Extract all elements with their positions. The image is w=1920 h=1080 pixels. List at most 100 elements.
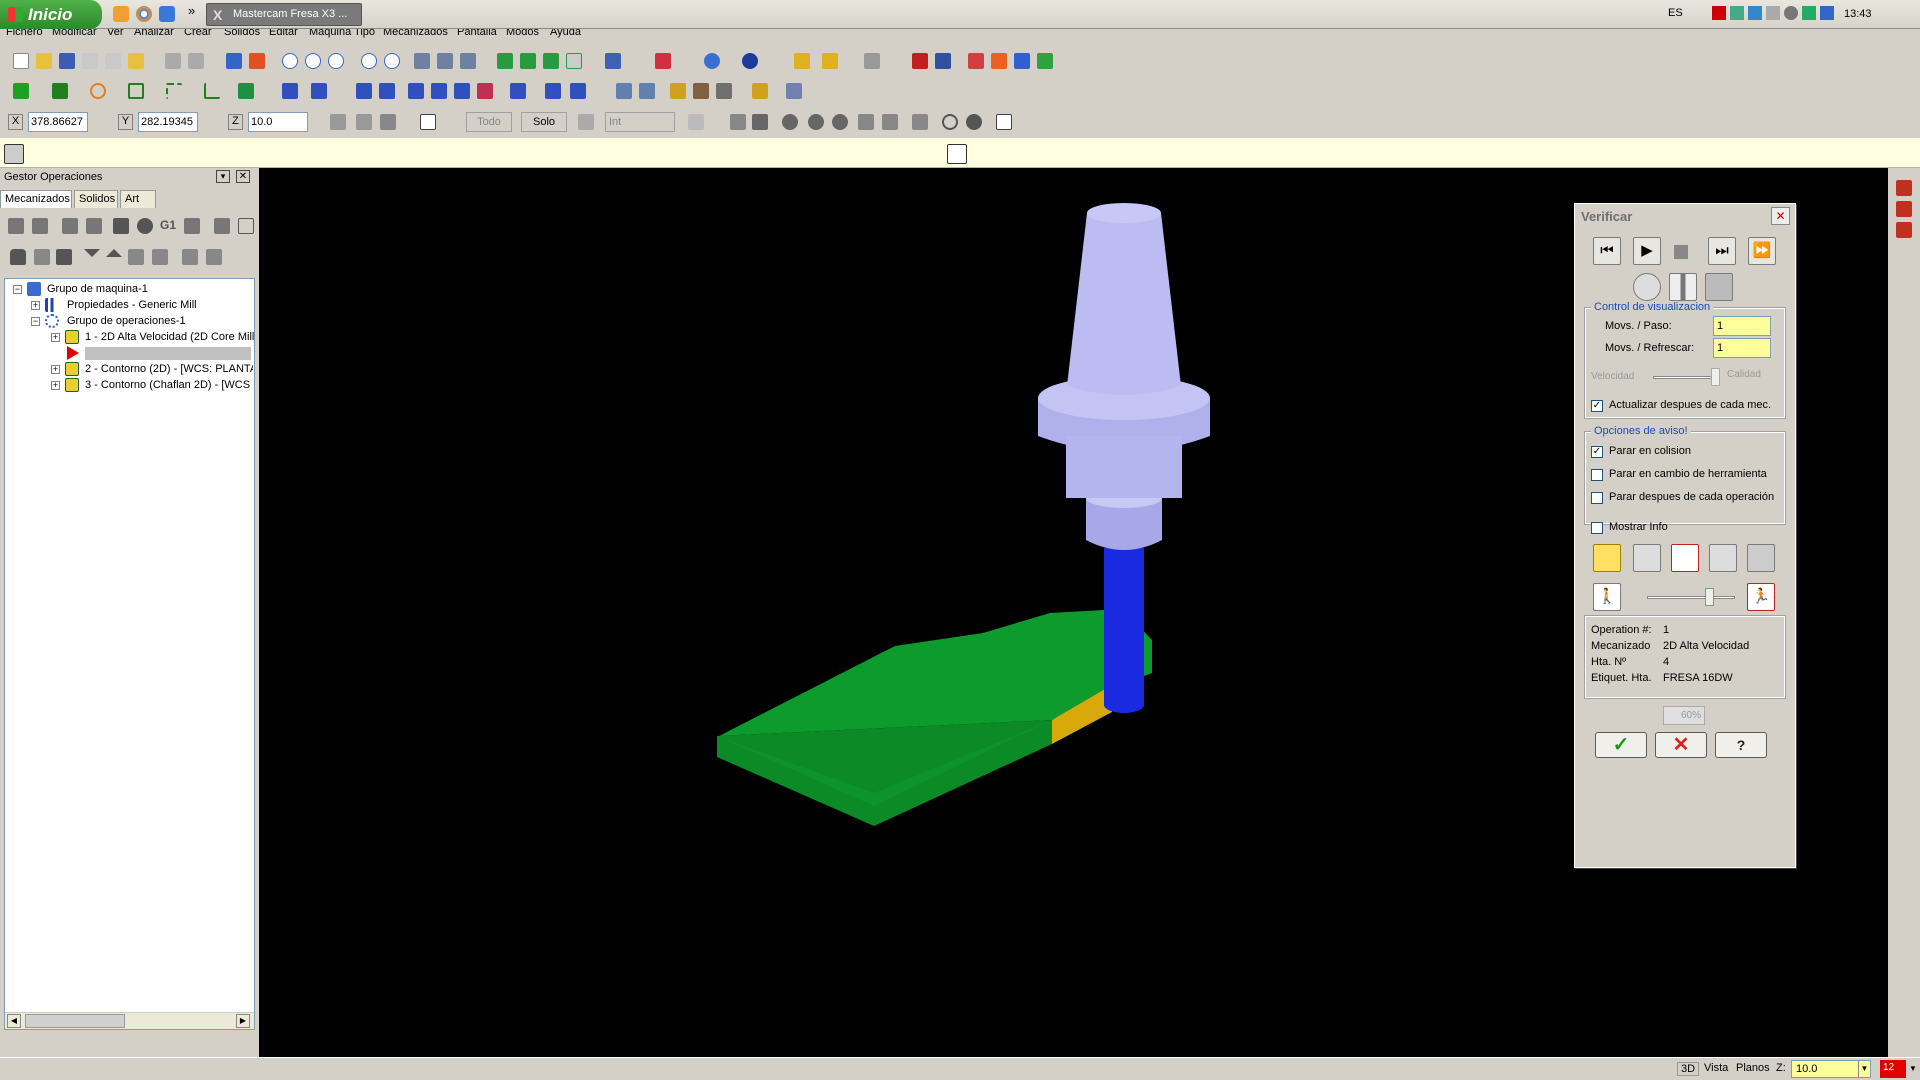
speed-quality-slider[interactable]: [1653, 376, 1717, 379]
lock-entity-icon[interactable]: [4, 144, 24, 164]
settings-icon[interactable]: [578, 114, 594, 130]
insert-arrow-icon[interactable]: [67, 346, 79, 360]
tool-icon[interactable]: [460, 53, 476, 69]
ie-icon[interactable]: [159, 6, 175, 22]
true-solid-icon[interactable]: [1705, 273, 1733, 301]
mode-3d-button[interactable]: 3D: [1677, 1062, 1700, 1076]
endmill-icon[interactable]: [670, 83, 686, 99]
line-icon[interactable]: [52, 83, 68, 99]
sigma-icon[interactable]: [1014, 53, 1030, 69]
help-icon[interactable]: [420, 114, 436, 130]
rewind-button[interactable]: ⏮: [1593, 237, 1621, 265]
arc-icon[interactable]: [90, 83, 106, 99]
insert-arrow-icon[interactable]: [128, 249, 144, 265]
movs-paso-input[interactable]: [1713, 316, 1771, 336]
xform-icon[interactable]: [379, 83, 395, 99]
menu-ayuda[interactable]: Ayuda: [550, 29, 581, 38]
tree-operation[interactable]: 2 - Contorno (2D) - [WCS: PLANTA: [85, 363, 253, 375]
tool-icon[interactable]: [864, 53, 880, 69]
close-icon[interactable]: ✕: [1771, 207, 1790, 225]
undo-icon[interactable]: [165, 53, 181, 69]
clear-icon[interactable]: [942, 114, 958, 130]
menu-ver[interactable]: Ver: [107, 29, 124, 38]
magic-icon[interactable]: [822, 53, 838, 69]
verify-icon[interactable]: [137, 218, 153, 234]
folder-icon[interactable]: [113, 6, 129, 22]
select-icon[interactable]: [752, 114, 768, 130]
tool-icon[interactable]: [414, 53, 430, 69]
toggle-post-icon[interactable]: [56, 249, 72, 265]
highlight-icon[interactable]: [128, 53, 144, 69]
view-front-icon[interactable]: [520, 53, 536, 69]
menu-maquina-tipo[interactable]: Maquina Tipo: [309, 29, 375, 38]
menu-modos[interactable]: Modos: [506, 29, 539, 38]
offset-icon[interactable]: [477, 83, 493, 99]
solid-icon[interactable]: [238, 83, 254, 99]
vista-button[interactable]: Vista: [1704, 1062, 1728, 1074]
chevron-down-icon[interactable]: ▼: [1858, 1061, 1870, 1077]
scale-icon[interactable]: [454, 83, 470, 99]
solo-button[interactable]: Solo: [521, 112, 567, 132]
tray-icon[interactable]: [1748, 6, 1762, 20]
chrome-icon[interactable]: [136, 6, 152, 22]
select-icon[interactable]: [730, 114, 746, 130]
chevron-down-icon[interactable]: ▼: [1909, 1061, 1919, 1077]
break-icon[interactable]: [311, 83, 327, 99]
stock-icon[interactable]: [716, 83, 732, 99]
wave-icon[interactable]: [182, 249, 198, 265]
regenerate-dirty-icon[interactable]: [86, 218, 102, 234]
scroll-right-icon[interactable]: ▶: [236, 1014, 250, 1028]
backplot-icon[interactable]: [113, 218, 129, 234]
lock-icon[interactable]: [10, 249, 26, 265]
view-top-icon[interactable]: [497, 53, 513, 69]
movs-refrescar-input[interactable]: [1713, 338, 1771, 358]
mastercam-task-button[interactable]: X Mastercam Fresa X3 ...: [206, 3, 362, 26]
select-icon[interactable]: [912, 114, 928, 130]
expand-toggle[interactable]: +: [51, 381, 60, 390]
select-icon[interactable]: [858, 114, 874, 130]
tool-icon[interactable]: [1896, 180, 1912, 196]
grid-icon[interactable]: [935, 53, 951, 69]
link-icon[interactable]: [206, 249, 222, 265]
screen-icon[interactable]: [616, 83, 632, 99]
machine-icon[interactable]: [1037, 53, 1053, 69]
toolpath-icon[interactable]: [991, 53, 1007, 69]
tree-operations-group[interactable]: Grupo de operaciones-1: [67, 315, 186, 327]
regenerate-icon[interactable]: [62, 218, 78, 234]
expand-toggle[interactable]: +: [51, 365, 60, 374]
expand-icon[interactable]: [786, 83, 802, 99]
cancel-button[interactable]: ✕: [1655, 732, 1707, 758]
delete-icon[interactable]: [214, 218, 230, 234]
walk-slow-icon[interactable]: 🚶: [1593, 583, 1621, 611]
analyze-icon[interactable]: [794, 53, 810, 69]
ok-button[interactable]: ✓: [1595, 732, 1647, 758]
y-coord-input[interactable]: [138, 112, 198, 132]
tray-icon[interactable]: [1802, 6, 1816, 20]
move-down-icon[interactable]: [84, 249, 100, 257]
animation-speed-thumb[interactable]: [1705, 588, 1714, 606]
play-button[interactable]: ▶: [1633, 237, 1661, 265]
tray-icon[interactable]: [1820, 6, 1834, 20]
parar-despues-checkbox[interactable]: [1591, 492, 1603, 504]
x-coord-input[interactable]: [28, 112, 88, 132]
scroll-left-icon[interactable]: ◀: [7, 1014, 21, 1028]
trim-icon[interactable]: [282, 83, 298, 99]
select-icon[interactable]: [782, 114, 798, 130]
parar-colision-checkbox[interactable]: ✓: [1591, 446, 1603, 458]
actualizar-checkbox[interactable]: ✓: [1591, 400, 1603, 412]
fast-forward-button[interactable]: ⏩: [1748, 237, 1776, 265]
todo-button[interactable]: Todo: [466, 112, 512, 132]
insert-position-row[interactable]: [85, 347, 251, 360]
cursor-icon[interactable]: [330, 114, 346, 130]
start-button[interactable]: Inicio: [0, 0, 102, 29]
config-icon[interactable]: [380, 114, 396, 130]
tree-properties[interactable]: Propiedades - Generic Mill: [67, 299, 197, 311]
stop-icon[interactable]: [1674, 245, 1688, 259]
array-icon[interactable]: [510, 83, 526, 99]
globe-icon[interactable]: [704, 53, 720, 69]
zoom-in-icon[interactable]: [328, 53, 344, 69]
tool-icon[interactable]: [437, 53, 453, 69]
menu-editar[interactable]: Editar: [269, 29, 298, 38]
mirror-icon[interactable]: [408, 83, 424, 99]
highfeed-icon[interactable]: [184, 218, 200, 234]
